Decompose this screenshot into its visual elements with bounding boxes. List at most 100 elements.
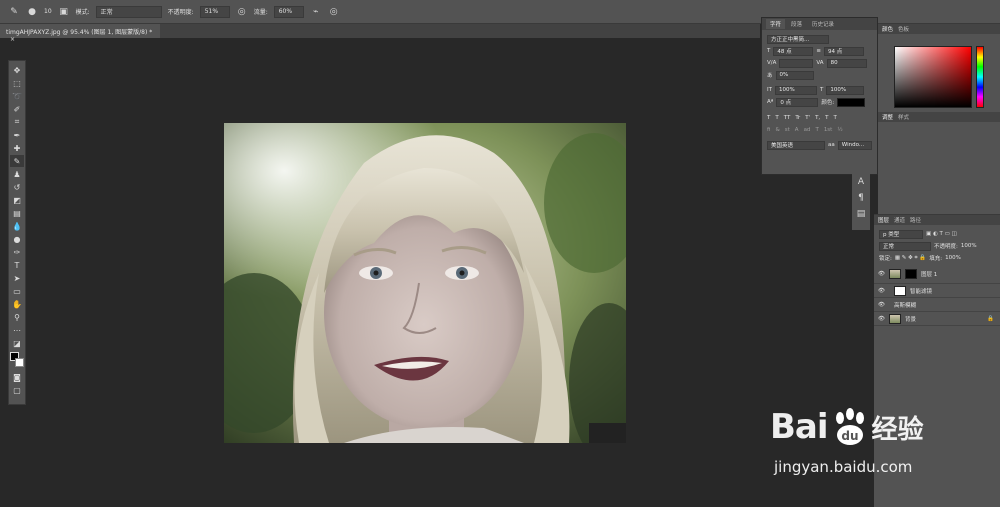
layer-mask-thumbnail[interactable] xyxy=(904,268,917,279)
discretionary-ligature-button[interactable]: & xyxy=(775,127,779,133)
strikethrough-button[interactable]: T xyxy=(834,115,837,121)
marquee-tool-icon[interactable]: ⬚ xyxy=(10,77,24,89)
pen-tool-icon[interactable]: ✑ xyxy=(10,246,24,258)
tab-paths[interactable]: 路径 xyxy=(910,216,921,224)
faux-italic-button[interactable]: T xyxy=(775,115,778,121)
canvas-image[interactable] xyxy=(224,123,626,443)
brush-size-label: 10 xyxy=(44,8,52,15)
language-select[interactable]: 美国英语 xyxy=(767,140,825,150)
fill-value[interactable]: 100% xyxy=(945,255,961,261)
airbrush-icon[interactable]: ⌁ xyxy=(310,6,322,18)
type-tool-icon[interactable]: T xyxy=(10,259,24,271)
tab-paragraph[interactable]: 段落 xyxy=(787,19,806,29)
gradient-tool-icon[interactable]: ▤ xyxy=(10,207,24,219)
tab-styles[interactable]: 样式 xyxy=(898,113,909,121)
color-swatches[interactable] xyxy=(10,350,24,370)
ordinal-first-button[interactable]: 1st xyxy=(824,127,833,133)
eraser-tool-icon[interactable]: ◩ xyxy=(10,194,24,206)
brush-preset-icon[interactable]: ● xyxy=(26,6,38,18)
antialias-select[interactable]: Windo... xyxy=(837,140,872,150)
healing-tool-icon[interactable]: ✚ xyxy=(10,142,24,154)
stylistic-alternates-button[interactable]: A xyxy=(795,127,799,133)
blur-tool-icon[interactable]: 💧 xyxy=(10,220,24,232)
pressure-size-icon[interactable]: ◎ xyxy=(328,6,340,18)
flow-field[interactable]: 60% xyxy=(273,5,304,18)
tab-history[interactable]: 历史记录 xyxy=(808,19,838,29)
path-select-tool-icon[interactable]: ➤ xyxy=(10,272,24,284)
lasso-tool-icon[interactable]: ➰ xyxy=(10,90,24,102)
layer-kind-filter[interactable]: p 类型 xyxy=(879,229,923,239)
subscript-button[interactable]: T, xyxy=(815,115,820,121)
fractions-button[interactable]: ½ xyxy=(837,127,842,133)
document-title: timgAHJPAXYZ.jpg @ 95.4% (图层 1, 图层蒙版/8) … xyxy=(6,29,153,36)
visibility-eye-icon[interactable]: 👁 xyxy=(878,271,885,277)
close-tab-icon[interactable]: × xyxy=(10,36,15,43)
stamp-tool-icon[interactable]: ♟ xyxy=(10,168,24,180)
visibility-eye-icon[interactable]: 👁 xyxy=(878,302,890,308)
paw-logo-icon: du xyxy=(835,408,864,445)
titling-alternates-button[interactable]: ad xyxy=(804,127,811,133)
brush-panel-icon[interactable]: ▣ xyxy=(58,6,70,18)
eyedropper-tool-icon[interactable]: ✒ xyxy=(10,129,24,141)
default-colors-icon[interactable]: ◪ xyxy=(10,337,24,349)
swash-button[interactable]: st xyxy=(785,127,790,133)
kerning-field[interactable] xyxy=(779,58,814,68)
mode-select[interactable]: 正常 xyxy=(95,5,162,18)
brush-tool-icon[interactable]: ✎ xyxy=(10,155,24,167)
faux-bold-button[interactable]: T xyxy=(767,115,770,121)
history-panel-icon[interactable]: ▤ xyxy=(855,208,867,220)
all-caps-button[interactable]: TT xyxy=(784,115,791,121)
color-panel-tabs: 颜色 色板 xyxy=(878,24,1000,34)
filter-icons[interactable]: ▣ ◐ T ▭ ◫ xyxy=(926,231,957,237)
small-caps-button[interactable]: Tr xyxy=(795,115,800,121)
filter-effect-row[interactable]: 👁 高斯模糊 xyxy=(874,298,1000,312)
screen-mode-icon[interactable]: ▢ xyxy=(10,384,24,396)
character-panel-icon[interactable]: A xyxy=(855,176,867,188)
blend-mode-select[interactable]: 正常 xyxy=(879,241,931,251)
paragraph-panel-icon[interactable]: ¶ xyxy=(855,192,867,204)
tab-character[interactable]: 字符 xyxy=(766,19,786,29)
tab-color[interactable]: 颜色 xyxy=(882,25,893,33)
underline-button[interactable]: T xyxy=(825,115,828,121)
opacity-field[interactable]: 51% xyxy=(199,5,230,18)
color-picker-field[interactable] xyxy=(894,46,972,108)
font-family-select[interactable]: 方正正中黑简... xyxy=(767,34,829,44)
quick-mask-icon[interactable]: ◙ xyxy=(10,371,24,383)
hand-tool-icon[interactable]: ✋ xyxy=(10,298,24,310)
document-tab[interactable]: timgAHJPAXYZ.jpg @ 95.4% (图层 1, 图层蒙版/8) … xyxy=(0,24,160,43)
horizontal-scale-field[interactable]: 100% xyxy=(826,85,865,95)
vertical-scale-field[interactable]: 100% xyxy=(774,85,817,95)
lock-icons[interactable]: ▦ ✎ ✥ ⌗ 🔒 xyxy=(895,255,926,262)
watermark-url: jingyan.baidu.com xyxy=(774,458,913,476)
history-brush-icon[interactable]: ↺ xyxy=(10,181,24,193)
tab-channels[interactable]: 通道 xyxy=(894,216,905,224)
tsume-field[interactable]: 0% xyxy=(775,70,814,80)
quick-select-tool-icon[interactable]: ✐ xyxy=(10,103,24,115)
tracking-field[interactable]: 80 xyxy=(826,58,867,68)
visibility-eye-icon[interactable]: 👁 xyxy=(878,316,885,322)
more-tools-icon[interactable]: ⋯ xyxy=(10,324,24,336)
brush-tool-icon[interactable]: ✎ xyxy=(8,6,20,18)
move-tool-icon[interactable]: ✥ xyxy=(10,64,24,76)
tab-layers[interactable]: 图层 xyxy=(878,216,889,224)
tab-swatches[interactable]: 色板 xyxy=(898,25,909,33)
background-layer-row[interactable]: 👁 背景 🔒 xyxy=(874,312,1000,326)
layer-row[interactable]: 👁 图层 1 xyxy=(874,264,1000,284)
superscript-button[interactable]: T' xyxy=(805,115,810,121)
baseline-field[interactable]: 0 点 xyxy=(776,97,819,107)
smart-filter-row[interactable]: 👁 智能滤镜 xyxy=(874,284,1000,298)
crop-tool-icon[interactable]: ⌗ xyxy=(10,116,24,128)
ligature-button[interactable]: fi xyxy=(767,127,770,133)
visibility-eye-icon[interactable]: 👁 xyxy=(878,288,890,294)
zoom-tool-icon[interactable]: ⚲ xyxy=(10,311,24,323)
leading-field[interactable]: 94 点 xyxy=(823,46,864,56)
dodge-tool-icon[interactable]: ● xyxy=(10,233,24,245)
tab-adjustments[interactable]: 调整 xyxy=(882,113,893,121)
shape-tool-icon[interactable]: ▭ xyxy=(10,285,24,297)
ordinals-button[interactable]: T xyxy=(815,127,818,133)
text-color-swatch[interactable] xyxy=(837,97,866,107)
font-size-field[interactable]: 48 点 xyxy=(773,46,814,56)
hue-slider[interactable] xyxy=(976,46,984,108)
pressure-opacity-icon[interactable]: ◎ xyxy=(236,6,248,18)
layer-opacity-value[interactable]: 100% xyxy=(961,243,977,249)
